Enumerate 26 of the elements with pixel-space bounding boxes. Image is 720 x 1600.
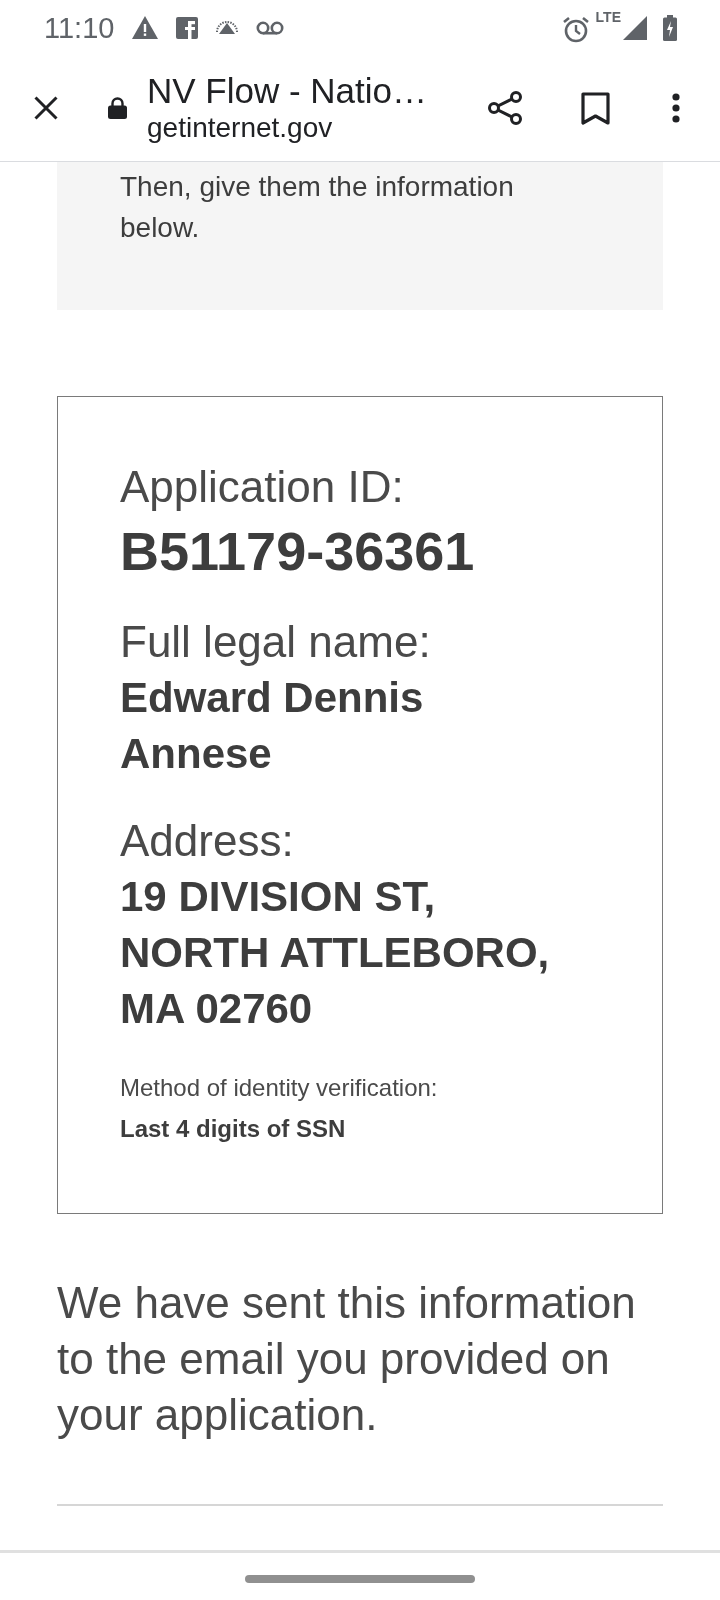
page-url: getinternet.gov: [147, 111, 334, 145]
field-label: Full legal name:: [120, 616, 432, 668]
voicemail-icon: [256, 20, 285, 35]
close-icon[interactable]: [34, 96, 58, 120]
field-value: B51179-36361: [120, 520, 476, 583]
field-value: Last 4 digits of SSN: [120, 1114, 347, 1144]
field-label: Method of identity verification:: [120, 1073, 439, 1103]
share-icon[interactable]: [487, 90, 523, 126]
more-options-icon[interactable]: [672, 93, 680, 123]
field-label: Application ID:: [120, 461, 405, 513]
field-label: Address:: [120, 815, 295, 867]
alarm-icon: [561, 15, 590, 44]
signal-icon: [623, 15, 647, 40]
instruction-text: Then, give them the information below.: [120, 170, 515, 245]
confirmation-text: We have sent this information to the email you provided on your application.: [57, 1277, 637, 1441]
warning-icon: [132, 16, 159, 39]
bookmark-icon[interactable]: [581, 91, 610, 125]
page-title: NV Flow - Natio…: [147, 71, 428, 111]
clock-time: 11:10: [44, 10, 115, 46]
lock-icon: [108, 97, 127, 119]
field-value: Edward Dennis Annese: [120, 673, 425, 779]
home-indicator[interactable]: [245, 1574, 475, 1583]
network-type: LTE: [595, 9, 621, 25]
battery-icon: [663, 14, 677, 41]
field-value: 19 DIVISION ST, NORTH ATTLEBORO, MA 02760: [120, 872, 551, 1034]
f-square-icon: [176, 16, 199, 39]
